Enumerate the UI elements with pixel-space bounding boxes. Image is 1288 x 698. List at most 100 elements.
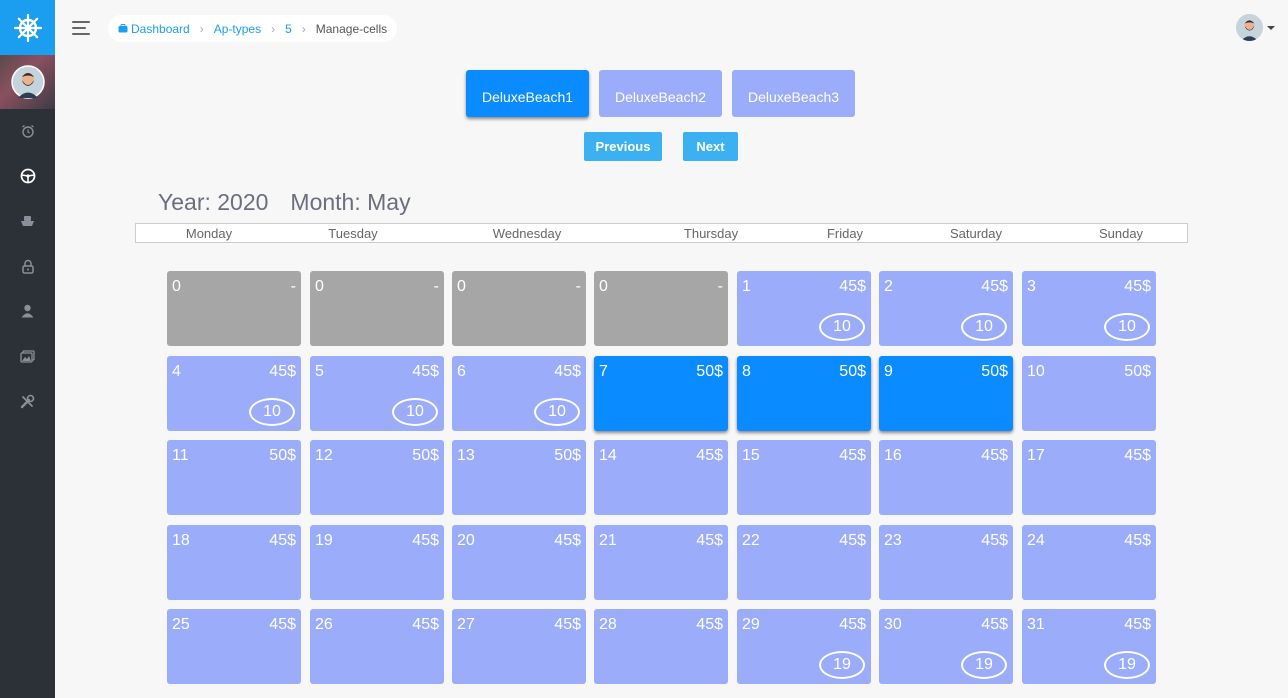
cell-price: 45$ (1124, 616, 1151, 633)
cell-day: 26 (315, 616, 333, 633)
calendar-cell[interactable]: 1 45$ 10 (737, 271, 871, 346)
calendar-cell[interactable]: 0- (310, 271, 444, 346)
cell-price: 45$ (696, 532, 723, 549)
menu-toggle-icon[interactable] (72, 21, 92, 35)
sidebar-item-security[interactable] (0, 254, 55, 278)
weekday-label: Thursday (683, 226, 739, 241)
calendar-cell[interactable]: 26 45$ (310, 609, 444, 684)
cell-day: 30 (884, 616, 902, 633)
breadcrumb-dashboard[interactable]: Dashboard (131, 22, 190, 36)
calendar-cell[interactable]: 12 50$ (310, 440, 444, 515)
user-menu[interactable] (1236, 14, 1275, 41)
weekday-label: Monday (185, 226, 233, 241)
calendar-cell[interactable]: 28 45$ (594, 609, 728, 684)
cell-day: 25 (172, 616, 190, 633)
breadcrumb-id[interactable]: 5 (285, 22, 292, 36)
weekday-header: Monday Tuesday Wednesday Thursday Friday… (135, 223, 1188, 243)
previous-button[interactable]: Previous (584, 132, 662, 161)
caret-down-icon[interactable] (1267, 25, 1275, 30)
cell-day: 0 (315, 278, 324, 295)
cell-day: 21 (599, 532, 617, 549)
cell-availability-badge: 10 (392, 398, 438, 426)
cell-price: - (575, 278, 581, 295)
calendar-cell[interactable]: 27 45$ (452, 609, 586, 684)
cell-day: 22 (742, 532, 760, 549)
tab-room-2[interactable]: DeluxeBeach2 (599, 70, 722, 117)
cell-day: 17 (1027, 447, 1045, 464)
calendar-cell[interactable]: 20 45$ (452, 525, 586, 600)
sidebar-item-alarm[interactable] (0, 119, 55, 143)
cell-price: 45$ (1124, 532, 1151, 549)
cell-day: 6 (457, 363, 466, 380)
calendar-cell[interactable]: 15 45$ (737, 440, 871, 515)
weekday-label: Sunday (1098, 226, 1144, 241)
weekday-label: Saturday (949, 226, 1003, 241)
calendar-cell[interactable]: 7 50$ (594, 356, 728, 431)
cell-price: 50$ (839, 363, 866, 380)
calendar-cell[interactable]: 24 45$ (1022, 525, 1156, 600)
calendar-cell[interactable]: 13 50$ (452, 440, 586, 515)
sidebar-item-settings[interactable] (0, 389, 55, 413)
briefcase-icon (118, 24, 128, 33)
calendar-cell[interactable]: 14 45$ (594, 440, 728, 515)
cell-price: 45$ (696, 616, 723, 633)
weekday-label: Tuesday (328, 226, 378, 241)
cell-availability-badge: 10 (961, 313, 1007, 341)
cell-price: - (290, 278, 296, 295)
cell-day: 2 (884, 278, 893, 295)
calendar-cell[interactable]: 10 50$ (1022, 356, 1156, 431)
tab-room-3[interactable]: DeluxeBeach3 (732, 70, 855, 117)
sidebar (0, 0, 55, 698)
calendar-cell[interactable]: 3 45$ 10 (1022, 271, 1156, 346)
calendar-cell[interactable]: 30 45$ 19 (879, 609, 1013, 684)
cell-day: 4 (172, 363, 181, 380)
cell-day: 5 (315, 363, 324, 380)
calendar-cell[interactable]: 2 45$ 10 (879, 271, 1013, 346)
cell-day: 23 (884, 532, 902, 549)
chevron-right-icon: › (199, 21, 204, 36)
calendar-cell[interactable]: 29 45$ 19 (737, 609, 871, 684)
cell-price: 45$ (839, 532, 866, 549)
sidebar-item-users[interactable] (0, 299, 55, 323)
cell-price: 45$ (839, 278, 866, 295)
alarm-clock-icon (21, 124, 34, 138)
calendar-cell[interactable]: 21 45$ (594, 525, 728, 600)
calendar-cell[interactable]: 25 45$ (167, 609, 301, 684)
logo[interactable] (0, 0, 55, 55)
breadcrumb-ap-types[interactable]: Ap-types (214, 22, 261, 36)
calendar-cell[interactable]: 16 45$ (879, 440, 1013, 515)
sidebar-item-gallery[interactable] (0, 344, 55, 368)
sidebar-avatar[interactable] (0, 55, 55, 109)
tab-room-1[interactable]: DeluxeBeach1 (466, 70, 589, 117)
calendar-cell[interactable]: 18 45$ (167, 525, 301, 600)
sidebar-item-boats[interactable] (0, 209, 55, 233)
cell-day: 0 (457, 278, 466, 295)
chevron-right-icon: › (271, 21, 276, 36)
cell-price: 45$ (412, 363, 439, 380)
calendar-cell[interactable]: 11 50$ (167, 440, 301, 515)
calendar-cell[interactable]: 0- (167, 271, 301, 346)
calendar-cell[interactable]: 8 50$ (737, 356, 871, 431)
avatar[interactable] (1236, 14, 1263, 41)
calendar-cell[interactable]: 6 45$ 10 (452, 356, 586, 431)
cell-day: 3 (1027, 278, 1036, 295)
next-button[interactable]: Next (683, 132, 738, 161)
calendar-cell[interactable]: 23 45$ (879, 525, 1013, 600)
cell-day: 10 (1027, 363, 1045, 380)
calendar-cell[interactable]: 9 50$ (879, 356, 1013, 431)
calendar-cell[interactable]: 22 45$ (737, 525, 871, 600)
calendar-cell[interactable]: 31 45$ 19 (1022, 609, 1156, 684)
cell-day: 20 (457, 532, 475, 549)
calendar-cell[interactable]: 0- (452, 271, 586, 346)
cell-price: 45$ (696, 447, 723, 464)
boat-icon (21, 216, 34, 226)
calendar-cell[interactable]: 0- (594, 271, 728, 346)
calendar-cell[interactable]: 17 45$ (1022, 440, 1156, 515)
lock-icon (21, 259, 34, 274)
calendar-cell[interactable]: 5 45$ 10 (310, 356, 444, 431)
sidebar-item-manage[interactable] (0, 164, 55, 188)
calendar-cell[interactable]: 4 45$ 10 (167, 356, 301, 431)
calendar-cell[interactable]: 19 45$ (310, 525, 444, 600)
cell-price: 50$ (696, 363, 723, 380)
cell-day: 8 (742, 363, 751, 380)
